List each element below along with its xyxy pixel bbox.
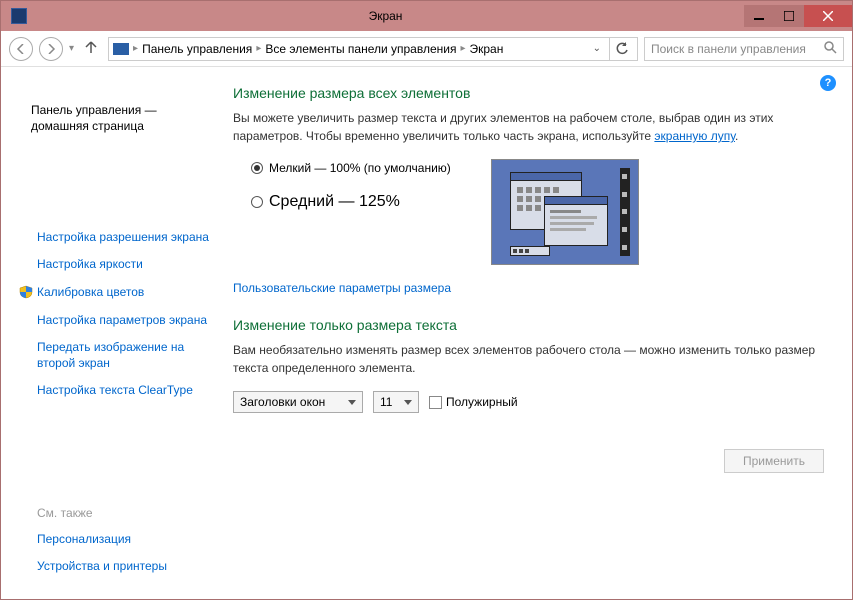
minimize-button[interactable] [744, 5, 774, 27]
radio-medium[interactable]: Средний — 125% [251, 193, 451, 211]
sidebar-link-cleartype[interactable]: Настройка текста ClearType [19, 377, 213, 405]
radio-small[interactable]: Мелкий — 100% (по умолчанию) [251, 161, 451, 175]
sidebar-link-project[interactable]: Передать изображение на второй экран [19, 334, 213, 377]
window: Экран ▾ ▸ Панель управления ▸ [0, 0, 853, 600]
app-icon [11, 8, 27, 24]
sidebar-home[interactable]: Панель управления — домашняя страница [19, 85, 213, 216]
maximize-icon [784, 11, 794, 21]
description-2: Вам необязательно изменять размер всех э… [233, 341, 824, 377]
custom-size-link[interactable]: Пользовательские параметры размера [233, 281, 824, 295]
navbar: ▾ ▸ Панель управления ▸ Все элементы пан… [1, 31, 852, 67]
radio-label: Средний — 125% [269, 193, 400, 211]
element-select[interactable]: Заголовки окон [233, 391, 363, 413]
refresh-button[interactable] [609, 37, 633, 61]
radio-input[interactable] [251, 162, 263, 174]
content: ? Панель управления — домашняя страница … [1, 67, 852, 599]
see-also-heading: См. также [19, 500, 213, 526]
size-radio-group: Мелкий — 100% (по умолчанию) Средний — 1… [233, 159, 451, 229]
font-size-select[interactable]: 11 [373, 391, 419, 413]
close-button[interactable] [804, 5, 852, 27]
window-title: Экран [27, 9, 744, 23]
sidebar-link-personalization[interactable]: Персонализация [19, 526, 213, 554]
heading-text-only: Изменение только размера текста [233, 317, 824, 333]
chevron-right-icon: ▸ [133, 43, 138, 54]
chevron-right-icon: ▸ [256, 43, 261, 54]
heading-resize-all: Изменение размера всех элементов [233, 85, 824, 101]
search-input[interactable]: Поиск в панели управления [644, 37, 844, 61]
control-panel-icon [113, 43, 129, 55]
apply-button[interactable]: Применить [724, 449, 824, 473]
arrow-left-icon [16, 44, 26, 54]
up-button[interactable] [80, 40, 102, 57]
sidebar-link-devices[interactable]: Устройства и принтеры [19, 553, 213, 581]
sidebar: Панель управления — домашняя страница На… [1, 67, 221, 599]
search-placeholder: Поиск в панели управления [651, 42, 806, 56]
close-icon [823, 11, 833, 21]
bold-checkbox[interactable] [429, 396, 442, 409]
radio-input[interactable] [251, 196, 263, 208]
maximize-button[interactable] [774, 5, 804, 27]
radio-label: Мелкий — 100% (по умолчанию) [269, 161, 451, 175]
text-size-controls: Заголовки окон 11 Полужирный [233, 391, 824, 413]
breadcrumb[interactable]: ▸ Панель управления ▸ Все элементы панел… [108, 37, 638, 61]
breadcrumb-item[interactable]: Все элементы панели управления [265, 42, 456, 56]
sidebar-link-calibration[interactable]: Калибровка цветов [19, 279, 213, 307]
history-dropdown-icon[interactable]: ▾ [69, 43, 74, 54]
minimize-icon [754, 11, 764, 21]
description-1: Вы можете увеличить размер текста и друг… [233, 109, 824, 145]
titlebar[interactable]: Экран [1, 1, 852, 31]
arrow-right-icon [46, 44, 56, 54]
search-icon [823, 40, 837, 57]
sidebar-link-brightness[interactable]: Настройка яркости [19, 251, 213, 279]
window-controls [744, 5, 852, 27]
shield-icon [19, 285, 33, 299]
help-icon[interactable]: ? [820, 75, 836, 91]
breadcrumb-dropdown[interactable]: ⌄ [589, 43, 605, 54]
main-panel: Изменение размера всех элементов Вы може… [221, 67, 852, 599]
breadcrumb-item[interactable]: Экран [470, 42, 504, 56]
sidebar-link-params[interactable]: Настройка параметров экрана [19, 307, 213, 335]
breadcrumb-item[interactable]: Панель управления [142, 42, 252, 56]
sidebar-link-resolution[interactable]: Настройка разрешения экрана [19, 224, 213, 252]
forward-button[interactable] [39, 37, 63, 61]
bold-checkbox-row[interactable]: Полужирный [429, 395, 518, 409]
preview-image [491, 159, 639, 265]
chevron-right-icon: ▸ [460, 43, 465, 54]
back-button[interactable] [9, 37, 33, 61]
arrow-up-icon [84, 40, 98, 54]
magnifier-link[interactable]: экранную лупу [654, 129, 735, 143]
refresh-icon [615, 42, 629, 56]
bold-label: Полужирный [446, 395, 518, 409]
